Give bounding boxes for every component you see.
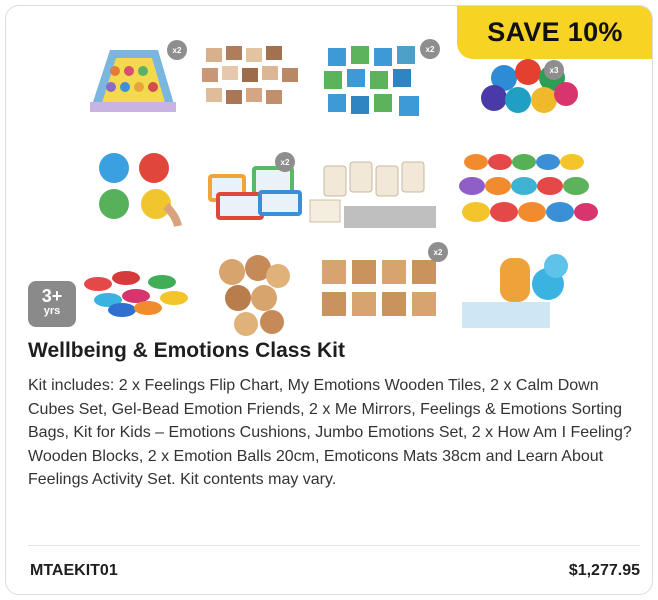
calm-down-cubes-image	[324, 46, 419, 116]
age-unit: yrs	[43, 305, 61, 317]
quantity-tag: x3	[544, 60, 564, 80]
age-badge: 3+ yrs	[28, 281, 76, 327]
sorting-bags-image	[309, 161, 436, 228]
age-number: 3+	[41, 286, 63, 306]
product-card[interactable]: x2 x2 x3 x2 x2 SAVE 10% 3+ yrs Wellbeing…	[5, 5, 653, 595]
quantity-tag: x2	[167, 40, 187, 60]
me-mirrors-image	[208, 166, 302, 220]
coloured-mats-image	[84, 271, 188, 317]
product-price: $1,277.95	[568, 562, 640, 579]
discount-badge: SAVE 10%	[457, 6, 652, 59]
wooden-blocks-image	[322, 260, 436, 316]
feelings-flip-chart-image	[90, 50, 176, 112]
emoticon-mats-image	[459, 154, 598, 222]
quantity-tag: x2	[275, 152, 295, 172]
divider	[28, 545, 640, 546]
emotion-balls-image	[462, 254, 568, 328]
product-title[interactable]: Wellbeing & Emotions Class Kit	[28, 339, 345, 363]
product-description: Kit includes: 2 x Feelings Flip Chart, M…	[28, 377, 632, 488]
emotions-wooden-tiles-image	[202, 46, 298, 104]
emotions-cushions-image	[219, 255, 290, 336]
quantity-tag: x2	[420, 39, 440, 59]
quantity-tag: x2	[428, 242, 448, 262]
emotion-faces-image	[99, 153, 182, 227]
product-sku: MTAEKIT01	[30, 562, 118, 579]
